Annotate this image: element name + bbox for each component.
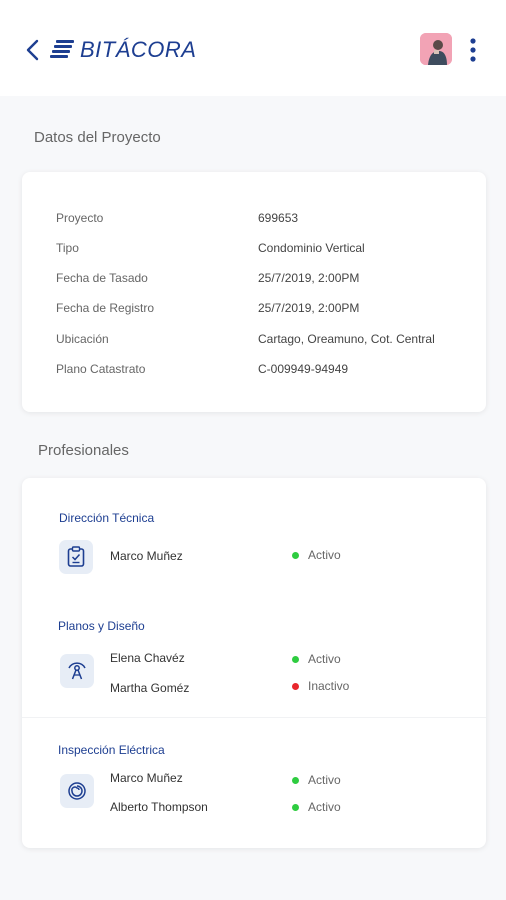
person-name[interactable]: Alberto Thompson (110, 800, 208, 814)
more-vertical-icon[interactable] (464, 36, 482, 64)
avatar[interactable] (420, 33, 452, 65)
professionals-card: Dirección Técnica Marco Muñez Activo Pla… (22, 478, 486, 848)
project-section-title: Datos del Proyecto (34, 129, 161, 146)
app-bar: BITÁCORA (0, 0, 506, 96)
electric-spiral-icon (60, 774, 94, 808)
field-label-cadastral-plan: Plano Catastrato (56, 362, 146, 376)
status-badge: Activo (292, 548, 341, 562)
field-value-type: Condominio Vertical (258, 241, 365, 255)
status-badge: Activo (292, 652, 341, 666)
group-title-plans-design: Planos y Diseño (58, 619, 145, 633)
chevron-left-icon[interactable] (22, 36, 44, 64)
status-badge: Inactivo (292, 679, 349, 693)
project-card: Proyecto 699653 Tipo Condominio Vertical… (22, 172, 486, 412)
field-label-type: Tipo (56, 241, 79, 255)
status-badge: Activo (292, 773, 341, 787)
status-badge: Activo (292, 800, 341, 814)
field-value-registration-date: 25/7/2019, 2:00PM (258, 301, 360, 315)
app-logo: BITÁCORA (50, 34, 196, 66)
logo-text: BITÁCORA (80, 37, 197, 62)
person-name[interactable]: Martha Goméz (110, 681, 189, 695)
field-label-registration-date: Fecha de Registro (56, 301, 155, 315)
person-name[interactable]: Elena Chavéz (110, 651, 185, 665)
status-dot-inactive (292, 682, 299, 690)
field-value-cadastral-plan: C-009949-94949 (258, 362, 349, 376)
status-label: Activo (308, 800, 341, 814)
status-label: Activo (308, 773, 341, 787)
field-label-appraisal-date: Fecha de Tasado (56, 271, 148, 285)
field-value-project: 699653 (258, 211, 299, 225)
status-dot-active (292, 655, 299, 663)
person-name[interactable]: Marco Muñez (110, 771, 183, 785)
field-label-project: Proyecto (56, 211, 104, 225)
status-label: Inactivo (308, 679, 350, 693)
user-photo-icon (420, 33, 452, 65)
field-value-appraisal-date: 25/7/2019, 2:00PM (258, 271, 360, 285)
person-name[interactable]: Marco Muñez (110, 549, 183, 563)
group-title-electrical-inspection: Inspección Eléctrica (58, 743, 165, 757)
clipboard-icon (59, 540, 93, 574)
field-value-location: Cartago, Oreamuno, Cot. Central (258, 332, 435, 346)
status-dot-active (292, 803, 299, 811)
group-title-technical-direction: Dirección Técnica (59, 511, 155, 525)
professionals-section-title: Profesionales (38, 442, 129, 459)
compass-icon (60, 654, 94, 688)
group-divider (22, 717, 486, 718)
status-label: Activo (308, 652, 341, 666)
logo-mark-icon (50, 40, 74, 58)
field-label-location: Ubicación (56, 332, 109, 346)
status-dot-active (292, 551, 299, 559)
status-dot-active (292, 776, 299, 784)
status-label: Activo (308, 548, 341, 562)
